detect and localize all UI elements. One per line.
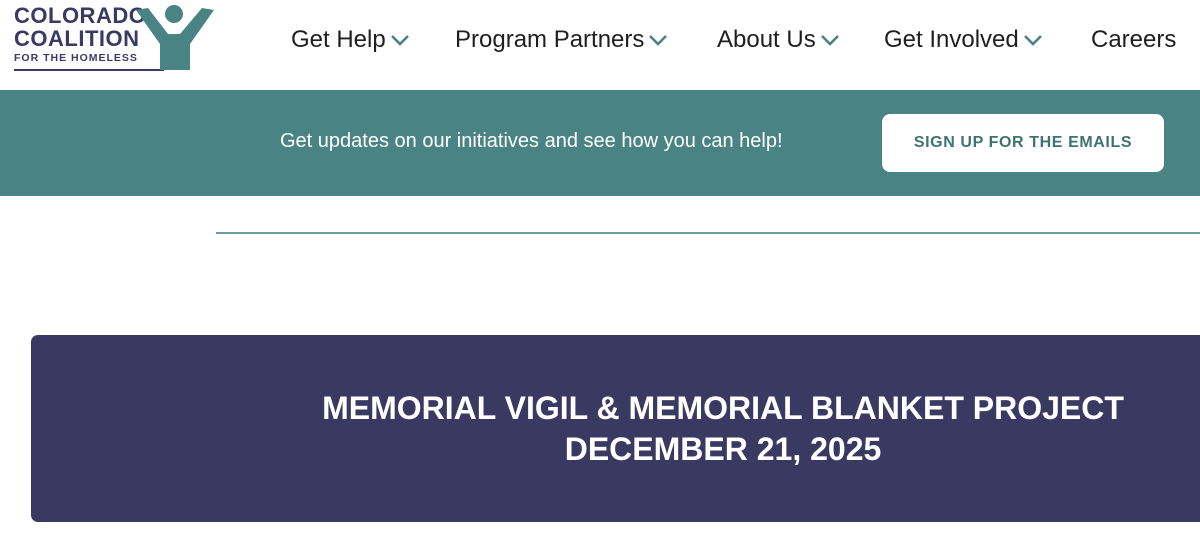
sign-up-emails-button[interactable]: SIGN UP FOR THE EMAILS <box>882 114 1164 172</box>
nav-item-about-us[interactable]: About Us <box>717 24 840 56</box>
chevron-down-icon <box>1023 32 1043 48</box>
main-nav: Get Help Program Partners About Us Get I… <box>0 0 1200 80</box>
page: COLORADO COALITION FOR THE HOMELESS Get … <box>0 0 1200 549</box>
chevron-down-icon <box>820 32 840 48</box>
chevron-down-icon <box>648 32 668 48</box>
section-divider <box>216 232 1200 234</box>
hero-title: MEMORIAL VIGIL & MEMORIAL BLANKET PROJEC… <box>322 390 1124 426</box>
nav-item-label: Get Help <box>291 26 386 53</box>
nav-item-label: About Us <box>717 26 816 53</box>
event-hero-card: MEMORIAL VIGIL & MEMORIAL BLANKET PROJEC… <box>31 335 1200 522</box>
site-header: COLORADO COALITION FOR THE HOMELESS Get … <box>0 0 1200 90</box>
nav-item-get-help[interactable]: Get Help <box>291 24 410 56</box>
chevron-down-icon <box>390 32 410 48</box>
nav-item-label: Careers <box>1091 26 1177 53</box>
nav-item-label: Get Involved <box>884 26 1019 53</box>
banner-message: Get updates on our initiatives and see h… <box>280 130 783 152</box>
nav-item-program-partners[interactable]: Program Partners <box>455 24 668 56</box>
email-signup-banner: Get updates on our initiatives and see h… <box>0 90 1200 196</box>
nav-item-careers[interactable]: Careers <box>1091 24 1176 56</box>
hero-title-block: MEMORIAL VIGIL & MEMORIAL BLANKET PROJEC… <box>318 335 1128 522</box>
nav-item-get-involved[interactable]: Get Involved <box>884 24 1043 56</box>
hero-date: DECEMBER 21, 2025 <box>564 431 882 467</box>
nav-item-label: Program Partners <box>455 26 645 53</box>
